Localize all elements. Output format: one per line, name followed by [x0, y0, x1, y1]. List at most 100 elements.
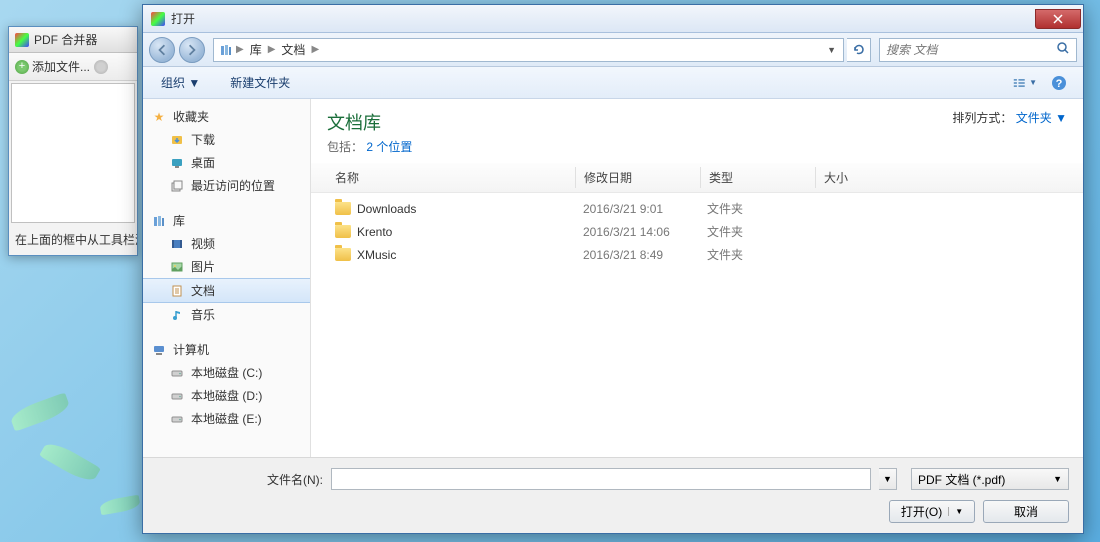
decorative-leaf: [8, 392, 71, 431]
back-button[interactable]: [149, 37, 175, 63]
library-title: 文档库: [327, 109, 412, 135]
list-item[interactable]: Downloads 2016/3/21 9:01 文件夹: [327, 197, 1083, 220]
col-date[interactable]: 修改日期: [576, 167, 700, 188]
library-icon: [218, 42, 234, 58]
forward-icon: [186, 44, 198, 56]
bg-title: PDF 合并器: [34, 31, 97, 48]
view-options-button[interactable]: ▼: [1013, 72, 1037, 94]
sort-control: 排列方式： 文件夹 ▼: [952, 109, 1067, 126]
breadcrumb-dropdown[interactable]: ▼: [824, 45, 839, 55]
search-input[interactable]: [886, 43, 1052, 57]
folder-icon: [335, 202, 351, 215]
nav-bar: ▶ 库 ▶ 文档 ▶ ▼: [143, 33, 1083, 67]
sidebar-item-recent[interactable]: 最近访问的位置: [143, 174, 310, 197]
sidebar-item-disk-d[interactable]: 本地磁盘 (D:): [143, 384, 310, 407]
help-button[interactable]: ?: [1047, 72, 1071, 94]
open-button[interactable]: 打开(O) ▼: [889, 500, 975, 523]
computer-icon: [151, 342, 167, 358]
search-box[interactable]: [879, 38, 1077, 62]
sidebar-label: 库: [173, 212, 185, 229]
bg-toolbar: + 添加文件...: [9, 53, 137, 81]
file-type: 文件夹: [699, 223, 813, 240]
recent-icon: [169, 178, 185, 194]
cancel-button[interactable]: 取消: [983, 500, 1069, 523]
sidebar-label: 桌面: [191, 154, 215, 171]
sidebar-label: 视频: [191, 235, 215, 252]
file-date: 2016/3/21 14:06: [575, 225, 699, 239]
breadcrumb-item[interactable]: 库: [246, 41, 266, 58]
toolbar: 组织 ▼ 新建文件夹 ▼ ?: [143, 67, 1083, 99]
sidebar-library-head[interactable]: 库: [143, 209, 310, 232]
sidebar-item-pictures[interactable]: 图片: [143, 255, 310, 278]
filename-input[interactable]: [331, 468, 871, 490]
bg-hint: 在上面的框中从工具栏添: [9, 225, 137, 254]
document-icon: [169, 283, 185, 299]
col-type[interactable]: 类型: [701, 167, 815, 188]
breadcrumb-item[interactable]: 文档: [277, 41, 309, 58]
search-icon: [1056, 41, 1070, 58]
refresh-button[interactable]: [847, 38, 871, 62]
sidebar-item-music[interactable]: 音乐: [143, 303, 310, 326]
sidebar-label: 图片: [191, 258, 215, 275]
col-name[interactable]: 名称: [327, 167, 575, 188]
col-size[interactable]: 大小: [816, 167, 896, 188]
video-icon: [169, 236, 185, 252]
file-type: 文件夹: [699, 200, 813, 217]
sidebar-item-downloads[interactable]: 下载: [143, 128, 310, 151]
close-button[interactable]: [1035, 9, 1081, 29]
decorative-leaf: [99, 495, 141, 516]
file-name: XMusic: [357, 248, 396, 262]
organize-menu[interactable]: 组织 ▼: [155, 70, 206, 95]
disk-icon: [169, 365, 185, 381]
folder-icon: [335, 248, 351, 261]
filename-dropdown[interactable]: ▼: [879, 468, 897, 490]
file-date: 2016/3/21 8:49: [575, 248, 699, 262]
sidebar[interactable]: ★ 收藏夹 下载 桌面 最近访问的位置: [143, 99, 311, 457]
content-area: 文档库 包括： 2 个位置 排列方式： 文件夹 ▼ 名称 修改日期 类型: [311, 99, 1083, 457]
file-type: 文件夹: [699, 246, 813, 263]
chevron-down-icon: ▼: [1053, 474, 1062, 484]
refresh-icon: [852, 43, 866, 57]
disk-icon: [169, 388, 185, 404]
dialog-icon: [151, 12, 165, 26]
list-item[interactable]: Krento 2016/3/21 14:06 文件夹: [327, 220, 1083, 243]
desktop-icon: [169, 155, 185, 171]
disk-icon: [169, 411, 185, 427]
back-icon: [156, 44, 168, 56]
background-window: PDF 合并器 + 添加文件... 在上面的框中从工具栏添: [8, 26, 138, 256]
dialog-titlebar[interactable]: 打开: [143, 5, 1083, 33]
filename-label: 文件名(N):: [157, 471, 323, 488]
chevron-right-icon: ▶: [268, 44, 276, 55]
sidebar-label: 文档: [191, 282, 215, 299]
sidebar-computer-head[interactable]: 计算机: [143, 338, 310, 361]
chevron-right-icon: ▶: [236, 44, 244, 55]
file-filter-dropdown[interactable]: PDF 文档 (*.pdf) ▼: [911, 468, 1069, 490]
sidebar-item-disk-c[interactable]: 本地磁盘 (C:): [143, 361, 310, 384]
sidebar-favorites-head[interactable]: ★ 收藏夹: [143, 105, 310, 128]
picture-icon: [169, 259, 185, 275]
add-file-button[interactable]: + 添加文件...: [15, 58, 90, 75]
sub-prefix: 包括：: [327, 140, 363, 154]
decorative-leaf: [39, 438, 101, 485]
new-folder-button[interactable]: 新建文件夹: [224, 70, 296, 95]
sidebar-label: 本地磁盘 (D:): [191, 387, 262, 404]
sidebar-item-disk-e[interactable]: 本地磁盘 (E:): [143, 407, 310, 430]
sidebar-item-documents[interactable]: 文档: [143, 278, 310, 303]
bg-list: [11, 83, 135, 223]
sidebar-item-videos[interactable]: 视频: [143, 232, 310, 255]
sort-label: 排列方式：: [952, 111, 1012, 125]
forward-button[interactable]: [179, 37, 205, 63]
remove-icon[interactable]: [94, 60, 108, 74]
music-icon: [169, 307, 185, 323]
filter-label: PDF 文档 (*.pdf): [918, 471, 1005, 488]
add-file-label: 添加文件...: [32, 58, 90, 75]
list-item[interactable]: XMusic 2016/3/21 8:49 文件夹: [327, 243, 1083, 266]
sort-dropdown[interactable]: 文件夹 ▼: [1016, 111, 1067, 125]
breadcrumb[interactable]: ▶ 库 ▶ 文档 ▶ ▼: [213, 38, 844, 62]
view-icon: [1013, 76, 1027, 90]
close-icon: [1053, 14, 1063, 24]
locations-link[interactable]: 2 个位置: [366, 140, 412, 154]
sidebar-item-desktop[interactable]: 桌面: [143, 151, 310, 174]
file-list[interactable]: Downloads 2016/3/21 9:01 文件夹 Krento 2016…: [311, 193, 1083, 457]
sidebar-label: 计算机: [173, 341, 209, 358]
